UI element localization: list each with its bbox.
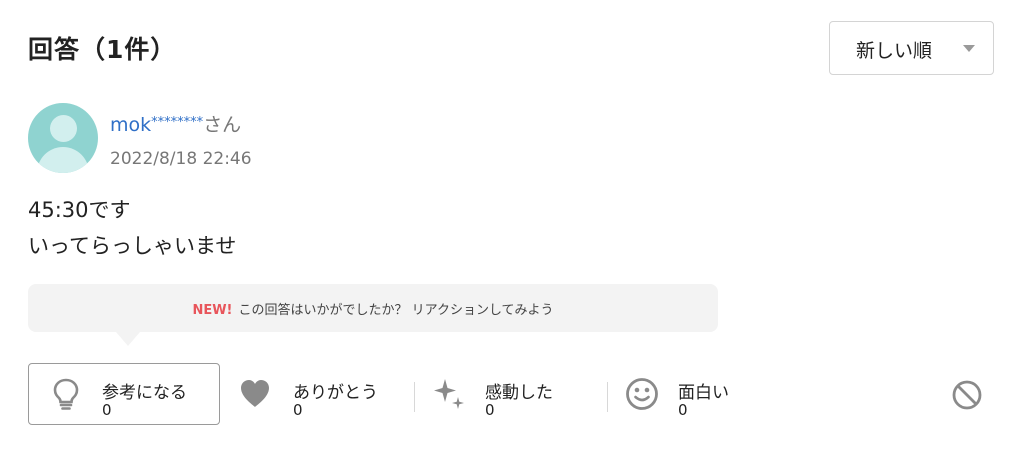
sparkle-icon — [434, 379, 464, 409]
reaction-funny-button[interactable]: 面白い 0 — [624, 364, 774, 424]
avatar — [28, 103, 98, 173]
new-badge: NEW! — [192, 303, 233, 318]
answer-timestamp: 2022/8/18 22:46 — [110, 149, 252, 169]
reaction-count: 0 — [678, 401, 688, 419]
reaction-label: 参考になる — [102, 383, 187, 403]
user-name-mask: ******** — [151, 115, 204, 130]
caret-down-icon — [963, 45, 975, 52]
separator — [414, 382, 415, 412]
reaction-moved-button[interactable]: 感動した 0 — [430, 364, 590, 424]
heart-icon — [241, 380, 269, 407]
user-name-suffix: さん — [203, 114, 242, 136]
reaction-prompt-banner: NEW! この回答はいかがでしたか？ リアクションしてみよう — [28, 284, 718, 332]
reaction-count: 0 — [293, 401, 303, 419]
banner-message: この回答はいかがでしたか？ リアクションしてみよう — [238, 303, 554, 318]
avatar-body — [37, 147, 89, 173]
page-title: 回答（1件） — [28, 35, 177, 64]
banner-tail — [116, 332, 140, 346]
reaction-label: ありがとう — [293, 383, 378, 403]
avatar-head — [50, 115, 77, 142]
sort-dropdown[interactable]: 新しい順 — [829, 21, 994, 75]
reaction-count: 0 — [102, 401, 112, 419]
separator — [607, 382, 608, 412]
user-name: mok********さん — [110, 110, 241, 137]
sort-selected-label: 新しい順 — [856, 40, 933, 62]
lightbulb-icon — [53, 378, 79, 410]
reaction-helpful-button[interactable]: 参考になる 0 — [28, 363, 220, 425]
reaction-label: 感動した — [485, 383, 553, 403]
answer-line: いってらっしゃいませ — [28, 234, 237, 258]
answer-line: 45:30です — [28, 198, 131, 222]
reaction-label: 面白い — [678, 383, 729, 403]
answer-body: 45:30です いってらっしゃいませ — [28, 192, 236, 264]
reaction-thanks-button[interactable]: ありがとう 0 — [238, 364, 398, 424]
reaction-count: 0 — [485, 401, 495, 419]
smile-icon — [626, 378, 658, 410]
user-name-link[interactable]: mok — [110, 114, 151, 136]
report-block-icon[interactable] — [950, 378, 984, 412]
banner-text-wrap: NEW! この回答はいかがでしたか？ リアクションしてみよう — [28, 299, 718, 318]
